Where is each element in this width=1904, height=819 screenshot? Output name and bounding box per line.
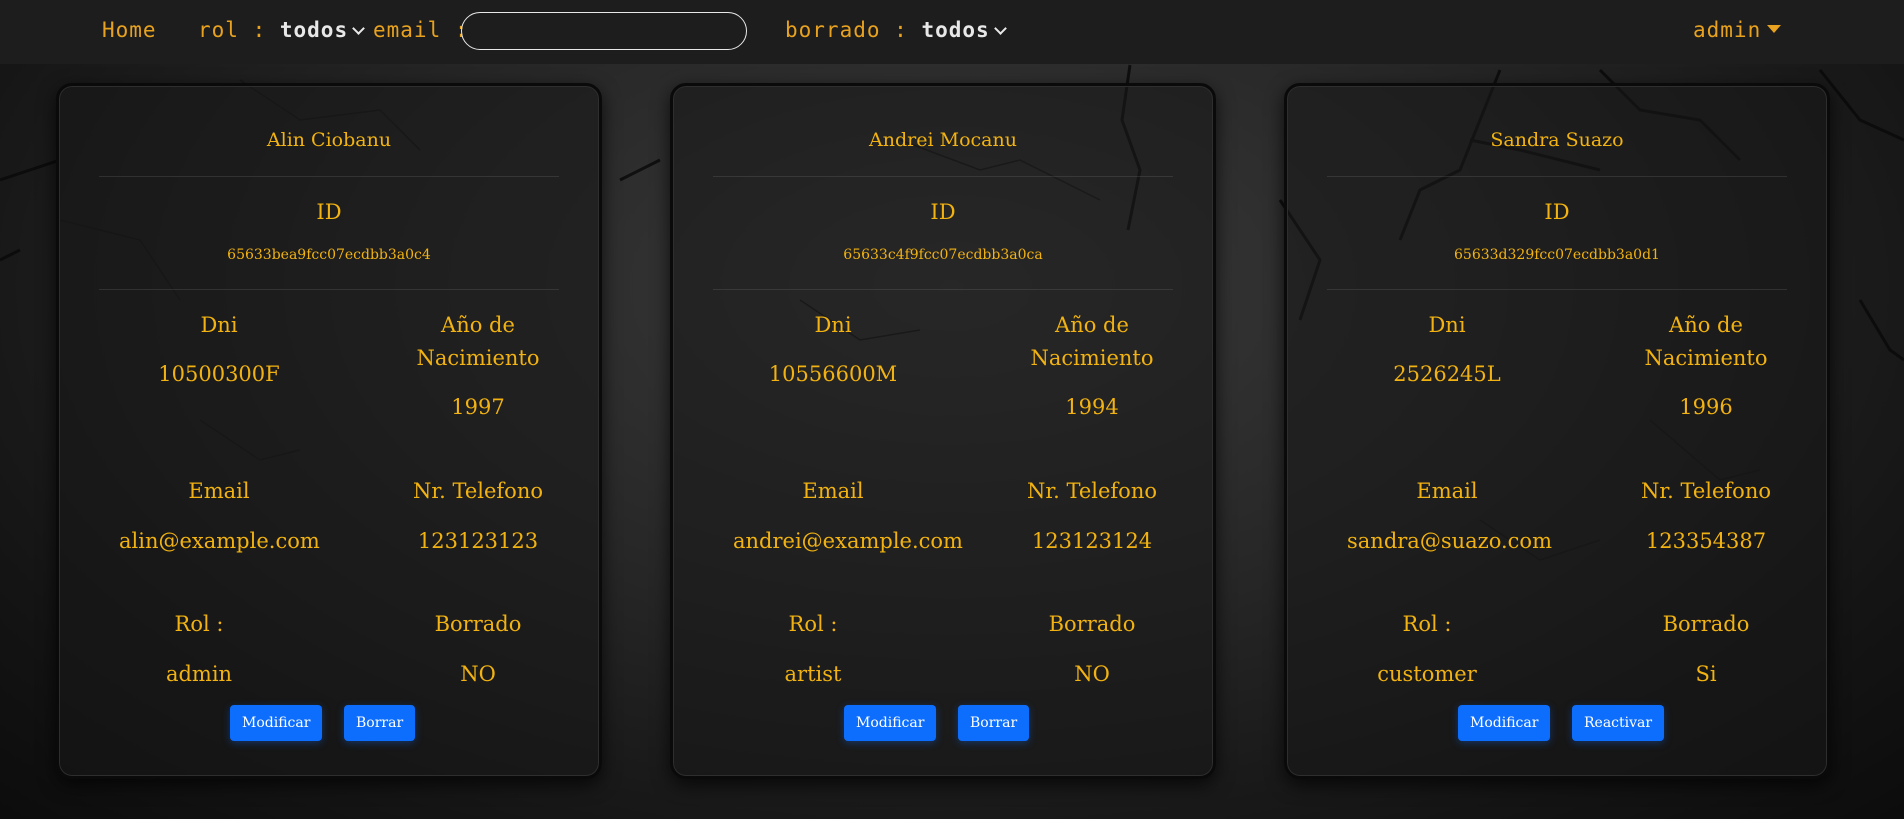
user-card: Alin Ciobanu ID 65633bea9fcc07ecdbb3a0c4… <box>56 83 602 779</box>
email-value: alin@example.com <box>119 529 320 553</box>
dni-value: 2526245L <box>1393 362 1501 386</box>
user-name: Alin Ciobanu <box>266 129 392 151</box>
rol-value: customer <box>1377 662 1477 686</box>
user-id: 65633c4f9fcc07ecdbb3a0ca <box>843 247 1043 263</box>
rol-filter-value: todos <box>279 18 349 42</box>
user-menu-label: admin <box>1693 18 1762 42</box>
birth-year-value: 1994 <box>1065 395 1119 419</box>
birth-label: Año de Nacimiento <box>1644 313 1768 370</box>
phone-label: Nr. Telefono <box>1641 479 1771 503</box>
user-card: Sandra Suazo ID 65633d329fcc07ecdbb3a0d1… <box>1284 83 1830 779</box>
birth-label: Año de Nacimiento <box>1030 313 1154 370</box>
email-label: Email <box>1416 479 1478 503</box>
delete-button[interactable]: Borrar <box>958 705 1030 741</box>
rol-value: artist <box>784 662 842 686</box>
borrado-label: Borrado <box>1048 612 1136 636</box>
borrado-value: Si <box>1695 662 1717 686</box>
phone-value: 123123123 <box>417 529 539 553</box>
rol-label: Rol : <box>174 612 224 636</box>
borrado-value: NO <box>1074 662 1110 686</box>
divider <box>99 289 559 290</box>
email-filter-input[interactable] <box>461 12 747 50</box>
dni-label: Dni <box>1428 313 1466 337</box>
id-label: ID <box>1544 200 1570 224</box>
divider <box>1327 176 1787 177</box>
email-filter-label: email : <box>373 18 469 42</box>
borrado-label: Borrado <box>434 612 522 636</box>
dni-value: 10500300F <box>158 362 280 386</box>
user-id: 65633d329fcc07ecdbb3a0d1 <box>1454 247 1660 263</box>
chevron-down-icon <box>993 22 1007 35</box>
delete-button[interactable]: Borrar <box>344 705 416 741</box>
dni-value: 10556600M <box>768 362 898 386</box>
phone-label: Nr. Telefono <box>1027 479 1157 503</box>
borrado-label: Borrado <box>1662 612 1750 636</box>
user-card: Andrei Mocanu ID 65633c4f9fcc07ecdbb3a0c… <box>670 83 1216 779</box>
user-menu-dropdown[interactable]: admin <box>1693 18 1782 42</box>
reactivate-button[interactable]: Reactivar <box>1572 705 1665 741</box>
navbar: Home rol : todos email : borrado : todos… <box>0 0 1904 64</box>
email-value: sandra@suazo.com <box>1347 529 1552 553</box>
user-id: 65633bea9fcc07ecdbb3a0c4 <box>227 247 431 263</box>
birth-label: Año de Nacimiento <box>416 313 540 370</box>
user-name: Andrei Mocanu <box>869 129 1017 151</box>
borrado-filter-value: todos <box>921 18 990 42</box>
chevron-down-icon <box>352 22 365 35</box>
email-label: Email <box>188 479 250 503</box>
rol-label: Rol : <box>1402 612 1452 636</box>
rol-label: Rol : <box>788 612 838 636</box>
birth-year-value: 1997 <box>451 395 505 419</box>
id-label: ID <box>316 200 342 224</box>
divider <box>99 176 559 177</box>
id-label: ID <box>930 200 956 224</box>
phone-value: 123123124 <box>1031 529 1153 553</box>
user-name: Sandra Suazo <box>1490 129 1624 151</box>
modify-button[interactable]: Modificar <box>1458 705 1551 741</box>
email-label: Email <box>802 479 864 503</box>
phone-value: 123354387 <box>1645 529 1767 553</box>
rol-value: admin <box>165 662 233 686</box>
borrado-value: NO <box>460 662 496 686</box>
divider <box>713 289 1173 290</box>
rol-filter-label: rol : <box>198 18 267 42</box>
divider <box>713 176 1173 177</box>
email-value: andrei@example.com <box>733 529 963 553</box>
modify-button[interactable]: Modificar <box>230 705 323 741</box>
borrado-filter-label: borrado : <box>785 18 908 42</box>
birth-year-value: 1996 <box>1679 395 1733 419</box>
home-link[interactable]: Home <box>102 18 157 42</box>
dni-label: Dni <box>814 313 852 337</box>
caret-down-icon <box>1767 25 1782 33</box>
dni-label: Dni <box>200 313 238 337</box>
divider <box>1327 289 1787 290</box>
rol-filter-dropdown[interactable]: rol : todos <box>198 18 365 42</box>
modify-button[interactable]: Modificar <box>844 705 937 741</box>
borrado-filter-dropdown[interactable]: borrado : todos <box>785 18 1007 42</box>
phone-label: Nr. Telefono <box>413 479 543 503</box>
